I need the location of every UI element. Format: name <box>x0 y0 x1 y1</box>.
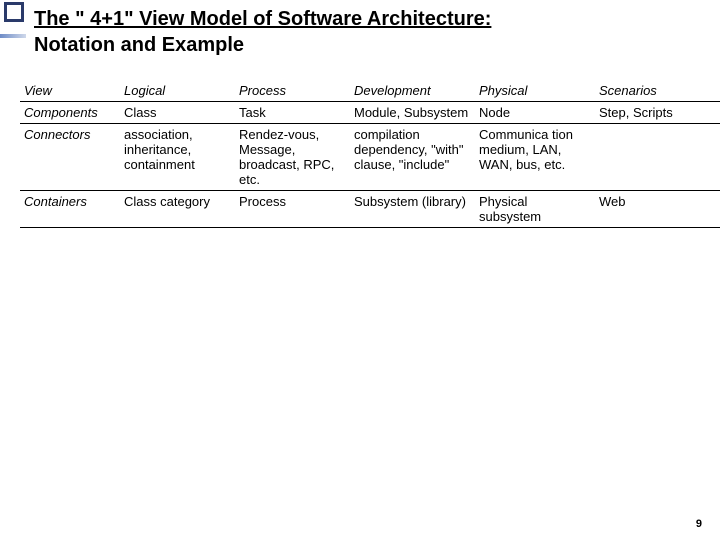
decorative-square-icon <box>4 2 24 22</box>
decorative-gradient-bar <box>0 34 26 38</box>
table-row: Connectors association, inheritance, con… <box>20 124 720 191</box>
cell: association, inheritance, containment <box>120 124 235 191</box>
title-line-2: Notation and Example <box>34 32 690 58</box>
page-number: 9 <box>696 518 702 530</box>
col-header: View <box>20 80 120 102</box>
col-header: Process <box>235 80 350 102</box>
table-header-row: View Logical Process Development Physica… <box>20 80 720 102</box>
cell: Subsystem (library) <box>350 191 475 228</box>
title-line-1: The " 4+1" View Model of Software Archit… <box>34 6 690 32</box>
cell: Rendez-vous, Message, broadcast, RPC, et… <box>235 124 350 191</box>
cell: Physical subsystem <box>475 191 595 228</box>
col-header: Physical <box>475 80 595 102</box>
cell: compilation dependency, "with" clause, "… <box>350 124 475 191</box>
row-label: Connectors <box>20 124 120 191</box>
cell: Web <box>595 191 720 228</box>
cell: Task <box>235 102 350 124</box>
notation-table: View Logical Process Development Physica… <box>20 80 720 228</box>
slide-title: The " 4+1" View Model of Software Archit… <box>34 6 690 58</box>
cell <box>595 124 720 191</box>
cell: Communica tion medium, LAN, WAN, bus, et… <box>475 124 595 191</box>
cell: Step, Scripts <box>595 102 720 124</box>
col-header: Scenarios <box>595 80 720 102</box>
cell: Process <box>235 191 350 228</box>
col-header: Logical <box>120 80 235 102</box>
cell: Node <box>475 102 595 124</box>
cell: Class <box>120 102 235 124</box>
row-label: Containers <box>20 191 120 228</box>
cell: Class category <box>120 191 235 228</box>
table-row: Containers Class category Process Subsys… <box>20 191 720 228</box>
col-header: Development <box>350 80 475 102</box>
cell: Module, Subsystem <box>350 102 475 124</box>
table-row: Components Class Task Module, Subsystem … <box>20 102 720 124</box>
row-label: Components <box>20 102 120 124</box>
notation-table-wrap: View Logical Process Development Physica… <box>20 80 720 228</box>
